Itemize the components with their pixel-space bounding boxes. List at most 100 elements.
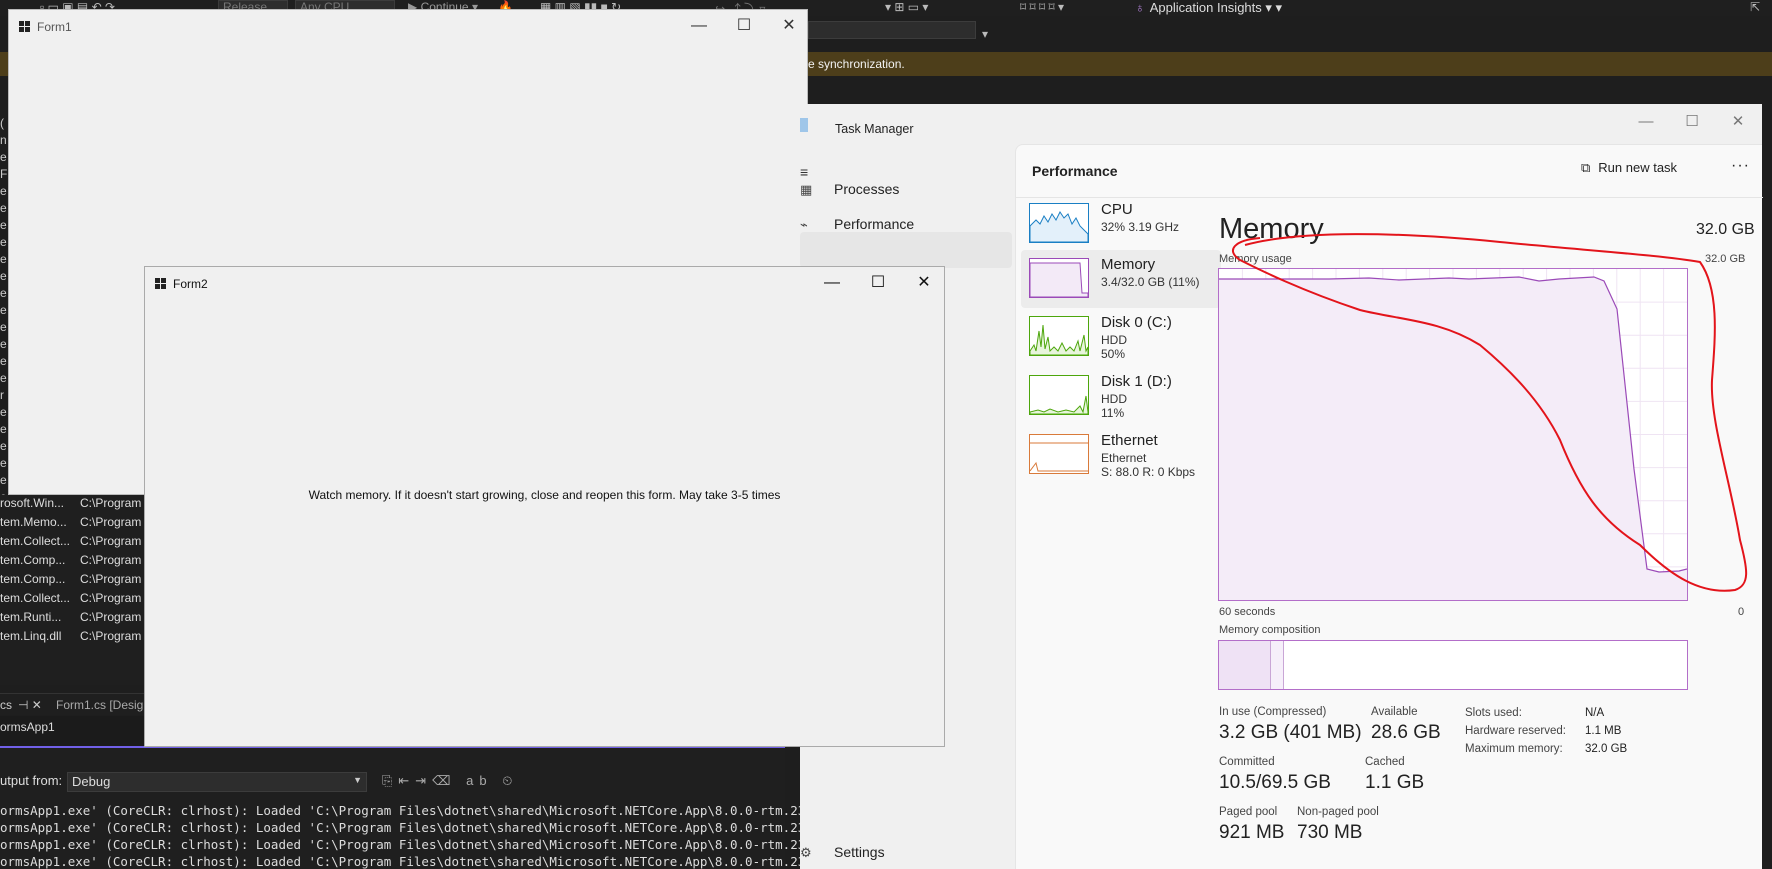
module-row[interactable]: tem.Comp... C:\Program bbox=[0, 572, 141, 591]
hamburger-menu-icon[interactable]: ≡ bbox=[800, 164, 808, 180]
resource-name: Disk 1 (D:) bbox=[1101, 373, 1172, 390]
stat-available: Available 28.6 GB bbox=[1371, 706, 1441, 744]
in-use-value: 3.2 GB (401 MB) bbox=[1219, 722, 1362, 743]
nonpaged-pool-label: Non-paged pool bbox=[1297, 806, 1379, 818]
output-from-label: utput from: bbox=[0, 773, 63, 788]
processes-icon: ▦ bbox=[800, 182, 813, 197]
resource-item[interactable]: Disk 0 (C:) HDD 50% bbox=[1021, 308, 1221, 366]
thumbnail-line bbox=[1030, 324, 1088, 355]
output-line: ormsApp1.exe' (CoreCLR: clrhost): Loaded… bbox=[0, 837, 843, 852]
tab-pin-close-icons[interactable]: ⊣ ✕ bbox=[18, 698, 42, 712]
strip-char: r bbox=[0, 388, 4, 402]
resource-thumbnail bbox=[1029, 434, 1089, 474]
output-panel: utput from: Debug ▼ ⎘⇤⇥⌫ ab ⏲ ormsApp1.e… bbox=[0, 748, 843, 869]
dropdown-arrow-icon[interactable]: ▾ bbox=[982, 27, 988, 41]
strip-char: n bbox=[0, 133, 7, 147]
tm-close-button[interactable]: ✕ bbox=[1715, 110, 1761, 136]
detail-value: 32.0 GB bbox=[1585, 743, 1628, 755]
form1-maximize-button[interactable]: ☐ bbox=[721, 16, 767, 38]
resource-detail-2: 11% bbox=[1101, 406, 1125, 420]
resource-item[interactable]: CPU 32% 3.19 GHz bbox=[1021, 195, 1221, 253]
form2-titlebar[interactable]: Form2 — ☐ ✕ bbox=[145, 267, 944, 300]
strip-char: e bbox=[0, 354, 7, 368]
strip-char: e bbox=[0, 235, 7, 249]
vs-combo[interactable] bbox=[808, 21, 976, 39]
strip-char: ( bbox=[0, 116, 4, 130]
strip-char: e bbox=[0, 320, 7, 334]
thumbnail-line bbox=[1030, 395, 1088, 414]
memory-usage-area bbox=[1219, 277, 1687, 600]
detail-key: Hardware reserved: bbox=[1465, 725, 1566, 737]
composition-modified bbox=[1271, 641, 1284, 689]
infobar-text: e synchronization. bbox=[808, 57, 905, 71]
toolbar-icons-right[interactable]: ▾ ⊞ ▭ ▾ bbox=[885, 0, 928, 14]
strip-char: F bbox=[0, 167, 8, 181]
tm-maximize-button[interactable]: ☐ bbox=[1669, 110, 1715, 136]
nav-settings[interactable]: ⚙ Settings bbox=[800, 844, 885, 861]
strip-char: e bbox=[0, 201, 7, 215]
more-options-icon[interactable]: ··· bbox=[1731, 157, 1750, 175]
resource-thumbnail bbox=[1029, 203, 1089, 243]
stat-cached: Cached 1.1 GB bbox=[1365, 756, 1424, 794]
output-source-select[interactable]: Debug ▼ bbox=[67, 772, 367, 792]
module-path: C:\Program bbox=[80, 629, 142, 643]
thumbnail-graph bbox=[1030, 262, 1088, 297]
strip-char: e bbox=[0, 303, 7, 317]
form2-maximize-button[interactable]: ☐ bbox=[855, 273, 901, 295]
thumbnail-graph bbox=[1030, 211, 1088, 242]
strip-char: e bbox=[0, 422, 7, 436]
module-name: tem.Collect... bbox=[0, 534, 71, 548]
module-row[interactable]: tem.Comp... C:\Program bbox=[0, 553, 141, 572]
resource-detail: HDD bbox=[1101, 392, 1127, 406]
nav-performance[interactable]: ⌁ Performance bbox=[800, 216, 914, 233]
form2-window[interactable]: Form2 — ☐ ✕ Watch memory. If it doesn't … bbox=[144, 266, 945, 747]
module-row[interactable]: tem.Memo... C:\Program bbox=[0, 515, 141, 534]
form1-titlebar[interactable]: Form1 — ☐ ✕ bbox=[9, 10, 807, 43]
resource-item[interactable]: Disk 1 (D:) HDD 11% bbox=[1021, 367, 1221, 425]
project-bar: ormsApp1 bbox=[0, 716, 145, 746]
module-row[interactable]: tem.Runti... C:\Program bbox=[0, 610, 141, 629]
bookmark-icons[interactable]: ⌑ ⌑ ⌑ ⌑ ▾ bbox=[1020, 0, 1064, 14]
strip-char: e bbox=[0, 150, 7, 164]
form2-minimize-button[interactable]: — bbox=[809, 273, 855, 295]
output-toolbar-icons[interactable]: ⎘⇤⇥⌫ ab ⏲ bbox=[382, 773, 518, 789]
form1-close-button[interactable]: ✕ bbox=[766, 16, 812, 38]
module-name: tem.Comp... bbox=[0, 572, 66, 586]
resource-detail: 32% 3.19 GHz bbox=[1101, 220, 1180, 234]
module-row[interactable]: tem.Collect... C:\Program bbox=[0, 591, 141, 610]
resource-detail-2: 50% bbox=[1101, 347, 1126, 361]
task-manager-title: Task Manager bbox=[835, 122, 914, 136]
resource-item[interactable]: Ethernet Ethernet S: 88.0 R: 0 Kbps bbox=[1021, 426, 1221, 484]
tm-minimize-button[interactable]: — bbox=[1623, 110, 1669, 136]
module-name: tem.Memo... bbox=[0, 515, 67, 529]
memory-title: Memory bbox=[1219, 213, 1324, 245]
output-line: ormsApp1.exe' (CoreCLR: clrhost): Loaded… bbox=[0, 820, 843, 835]
module-row[interactable]: rosoft.Win... C:\Program bbox=[0, 496, 141, 515]
task-manager-app-icon bbox=[800, 118, 808, 132]
module-row[interactable]: tem.Collect... C:\Program bbox=[0, 534, 141, 553]
memory-total: 32.0 GB bbox=[1696, 221, 1755, 238]
strip-char: e bbox=[0, 184, 7, 198]
form2-close-button[interactable]: ✕ bbox=[901, 273, 947, 295]
detail-value: N/A bbox=[1585, 707, 1605, 719]
tab-cs[interactable]: cs bbox=[0, 698, 12, 712]
tab-form1-design[interactable]: Form1.cs [Design bbox=[56, 698, 150, 712]
resource-item[interactable]: Memory 3.4/32.0 GB (11%) bbox=[1021, 250, 1221, 308]
module-name: tem.Collect... bbox=[0, 591, 71, 605]
nav-selection-highlight bbox=[800, 232, 1012, 268]
document-tabs: cs ⊣ ✕ Form1.cs [Design bbox=[0, 693, 150, 715]
module-path: C:\Program bbox=[80, 534, 142, 548]
settings-row: ⚙ Settings bbox=[800, 844, 885, 860]
lightbulb-icon: ♁ bbox=[1135, 0, 1145, 15]
form1-minimize-button[interactable]: — bbox=[676, 16, 722, 38]
module-path: C:\Program bbox=[80, 553, 142, 567]
nav-processes[interactable]: ▦ Processes bbox=[800, 181, 899, 198]
chevron-down-icon: ▼ bbox=[353, 775, 362, 785]
module-row[interactable]: tem.Linq.dll C:\Program bbox=[0, 629, 141, 648]
share-icon[interactable]: ⇱ bbox=[1750, 0, 1760, 14]
run-new-task-button[interactable]: ⧉ Run new task bbox=[1581, 160, 1677, 176]
strip-char: e bbox=[0, 405, 7, 419]
application-insights-button[interactable]: ♁ Application Insights ▾ ▾ bbox=[1135, 0, 1282, 16]
resource-name: Ethernet bbox=[1101, 432, 1158, 449]
module-name: tem.Linq.dll bbox=[0, 629, 62, 643]
